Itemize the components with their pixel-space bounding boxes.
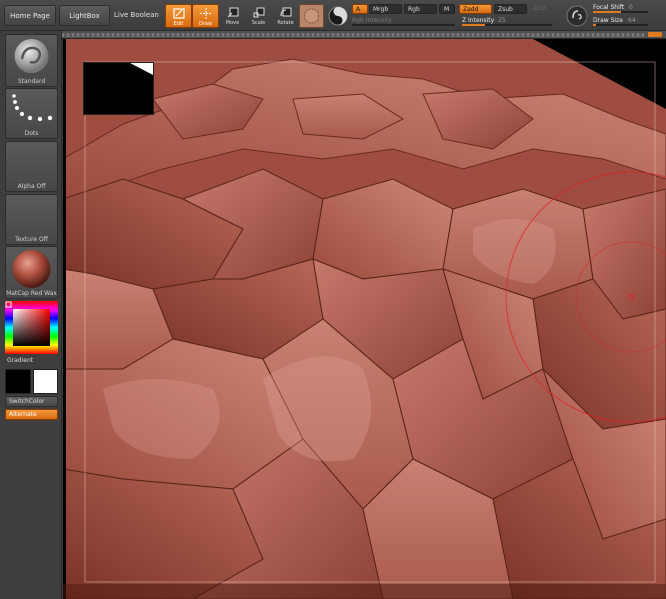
material-label: MatCap Red Wax xyxy=(6,290,57,297)
zsub-toggle[interactable]: Zsub xyxy=(494,4,527,14)
rotate-icon xyxy=(280,7,291,17)
draw-label: Draw xyxy=(198,21,213,27)
ruler-knob[interactable] xyxy=(648,32,662,37)
switch-color-button[interactable]: SwitchColor xyxy=(5,396,58,407)
focal-shift-label: Focal Shift xyxy=(593,4,625,11)
alternate-button[interactable]: Alternate xyxy=(5,409,58,420)
scale-mode-button[interactable]: Scale xyxy=(245,4,272,28)
live-boolean-button[interactable]: Live Boolean xyxy=(114,11,159,19)
m-toggle[interactable]: M xyxy=(439,4,455,14)
home-page-button[interactable]: Home Page xyxy=(4,5,56,26)
scale-icon xyxy=(253,7,264,18)
sculpt-mesh xyxy=(63,39,666,599)
left-shelf: Standard Dots Alpha Off Texture Off MatC… xyxy=(0,31,62,599)
edit-mode-button[interactable]: Edit xyxy=(165,4,192,28)
dots-stroke-icon xyxy=(12,94,53,122)
draw-icon xyxy=(199,8,212,19)
sphere-brush-icon xyxy=(304,8,319,24)
material-selector[interactable]: MatCap Red Wax xyxy=(5,246,58,299)
matcap-red-wax-icon xyxy=(12,250,51,288)
standard-brush-icon xyxy=(14,39,49,73)
mrgb-toggle[interactable]: Mrgb xyxy=(369,4,402,14)
alpha-selector[interactable]: Alpha Off xyxy=(5,141,58,192)
lightbox-button[interactable]: LightBox xyxy=(59,5,110,26)
draw-size-fill xyxy=(593,24,597,26)
rgb-intensity-slider[interactable]: Rgb Intensity xyxy=(352,16,455,26)
edit-icon xyxy=(172,8,185,19)
draw-size-slider[interactable]: Draw Size 64 xyxy=(593,16,648,26)
edit-label: Edit xyxy=(173,21,184,27)
alpha-label: Alpha Off xyxy=(17,183,46,190)
rgb-intensity-track xyxy=(352,24,455,26)
rotate-mode-button[interactable]: Rotate xyxy=(272,4,299,28)
zadd-toggle[interactable]: Zadd xyxy=(459,4,492,14)
focal-shift-fill xyxy=(593,11,621,13)
brush-selector[interactable]: Standard xyxy=(5,34,58,87)
rgb-toggle[interactable]: Rgb xyxy=(404,4,437,14)
primary-color-swatch[interactable] xyxy=(5,369,31,394)
lazy-mouse-icon xyxy=(566,5,588,27)
lazy-mouse-button[interactable] xyxy=(565,4,589,28)
move-label: Move xyxy=(225,20,240,26)
navigator-preview xyxy=(130,63,153,75)
z-intensity-fill xyxy=(462,24,485,26)
transp-button[interactable] xyxy=(327,5,349,27)
gradient-label[interactable]: Gradient xyxy=(7,357,33,364)
ghost-transparency-icon xyxy=(328,6,348,26)
stroke-selector[interactable]: Dots xyxy=(5,88,58,139)
navigator-minimap[interactable] xyxy=(83,62,154,115)
move-icon xyxy=(227,7,238,18)
zcut-toggle[interactable]: Zcut xyxy=(530,4,554,14)
sphere-brush-button[interactable] xyxy=(299,4,324,28)
stroke-label: Dots xyxy=(24,130,39,137)
z-intensity-label: Z Intensity xyxy=(462,17,495,24)
focal-shift-slider[interactable]: Focal Shift 0 xyxy=(593,3,648,13)
brush-label: Standard xyxy=(17,78,46,85)
3d-viewport[interactable] xyxy=(63,39,666,599)
move-mode-button[interactable]: Move xyxy=(219,4,246,28)
draw-size-track xyxy=(593,24,648,26)
color-picker[interactable] xyxy=(5,301,58,354)
ruler-ticks xyxy=(62,33,644,37)
draw-mode-button[interactable]: Draw xyxy=(192,4,219,28)
a-toggle[interactable]: A xyxy=(352,4,368,14)
texture-selector[interactable]: Texture Off xyxy=(5,194,58,245)
rotate-label: Rotate xyxy=(277,20,294,26)
secondary-color-swatch[interactable] xyxy=(33,369,58,394)
scale-label: Scale xyxy=(251,20,266,26)
texture-label: Texture Off xyxy=(15,236,48,243)
top-toolbar: Home Page LightBox Live Boolean Edit Dra… xyxy=(0,0,666,31)
rgb-intensity-label: Rgb Intensity xyxy=(352,17,392,24)
z-intensity-slider[interactable]: Z Intensity 25 xyxy=(462,16,552,26)
timeline-ruler[interactable] xyxy=(62,31,666,39)
draw-size-label: Draw Size xyxy=(593,17,623,24)
color-picker-swatch xyxy=(5,301,58,354)
